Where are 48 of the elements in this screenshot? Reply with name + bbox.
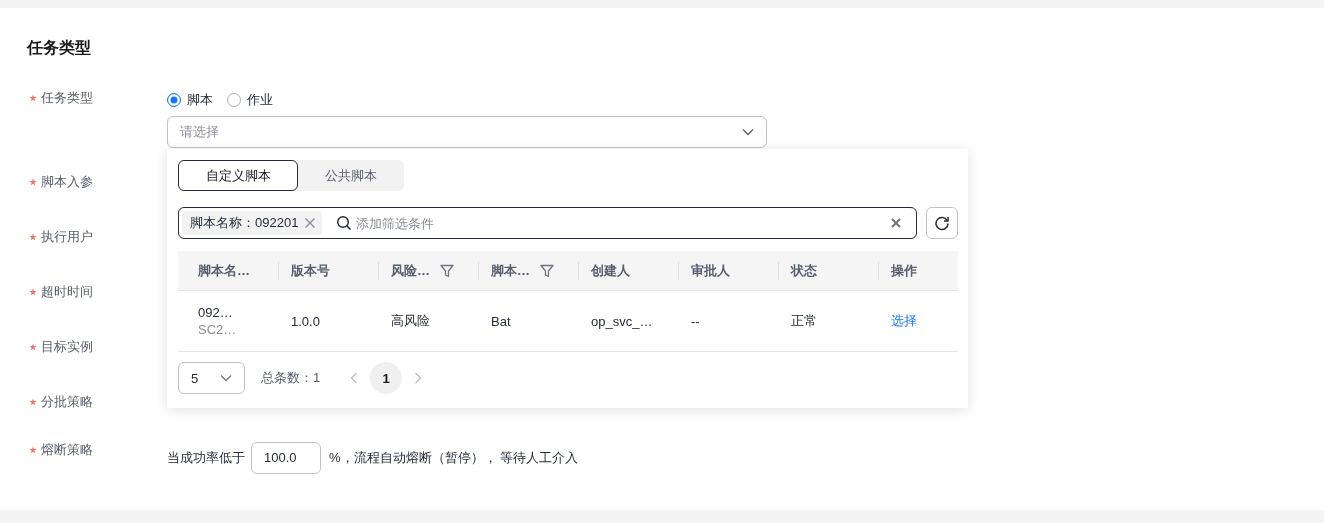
field-label: 任务类型: [41, 89, 93, 107]
table-cell: op_svc_…: [591, 313, 653, 329]
page-button[interactable]: 1: [370, 362, 403, 394]
table-cell: --: [691, 313, 700, 329]
refresh-icon: [934, 215, 950, 231]
chevron-left-icon: [350, 372, 359, 384]
column-header: 操作: [891, 261, 917, 280]
tab[interactable]: 公共脚本: [298, 160, 404, 191]
percentage-input[interactable]: 100.0: [251, 442, 321, 474]
field-label: 超时时间: [41, 283, 93, 301]
table-cell: Bat: [491, 313, 511, 329]
column-header: 创建人: [591, 261, 630, 280]
total-count: 总条数：1: [261, 369, 321, 387]
section-title: 任务类型: [27, 38, 91, 58]
close-icon: [304, 217, 317, 229]
field-label: 执行用户: [41, 228, 93, 246]
chevron-right-icon: [414, 372, 423, 384]
clear-icon: [890, 217, 902, 229]
table-cell: 高风险: [391, 312, 430, 330]
radio-option[interactable]: 作业: [227, 91, 273, 109]
field-label: 目标实例: [41, 338, 93, 356]
page-size-select[interactable]: 5: [178, 362, 245, 394]
script-id: SC2…: [198, 322, 237, 337]
chevron-down-icon: [220, 374, 232, 382]
table-cell: 正常: [791, 312, 817, 330]
threshold-suffix: %，流程自动熔断（暂停）， 等待人工介入: [329, 449, 579, 467]
column-header: 版本号: [291, 261, 330, 280]
radio-option[interactable]: 脚本: [167, 91, 213, 109]
threshold-prefix: 当成功率低于: [167, 449, 245, 467]
field-label: 分批策略: [41, 393, 93, 411]
tab[interactable]: 自定义脚本: [178, 160, 298, 191]
column-header: 风险…: [391, 261, 430, 280]
column-header: 状态: [791, 261, 817, 280]
field-label: 熔断策略: [41, 441, 93, 459]
chevron-down-icon: [742, 128, 754, 136]
search-icon: [336, 215, 353, 231]
script-name: 092…: [198, 305, 234, 320]
table-cell: 1.0.0: [291, 313, 320, 329]
column-header: 审批人: [691, 261, 730, 280]
select-field[interactable]: 请选择: [167, 116, 767, 148]
refresh-button[interactable]: [926, 207, 958, 239]
field-label: 脚本入参: [41, 173, 93, 191]
filter-chip[interactable]: 脚本名称：092201: [182, 211, 323, 235]
filter-chip-label: 脚本名称：092201: [190, 214, 299, 232]
column-header: 脚本名…: [198, 261, 250, 280]
column-header: 脚本…: [491, 261, 530, 280]
select-link[interactable]: 选择: [891, 312, 917, 330]
filter-field[interactable]: 脚本名称：092201 添加筛选条件: [178, 207, 917, 239]
